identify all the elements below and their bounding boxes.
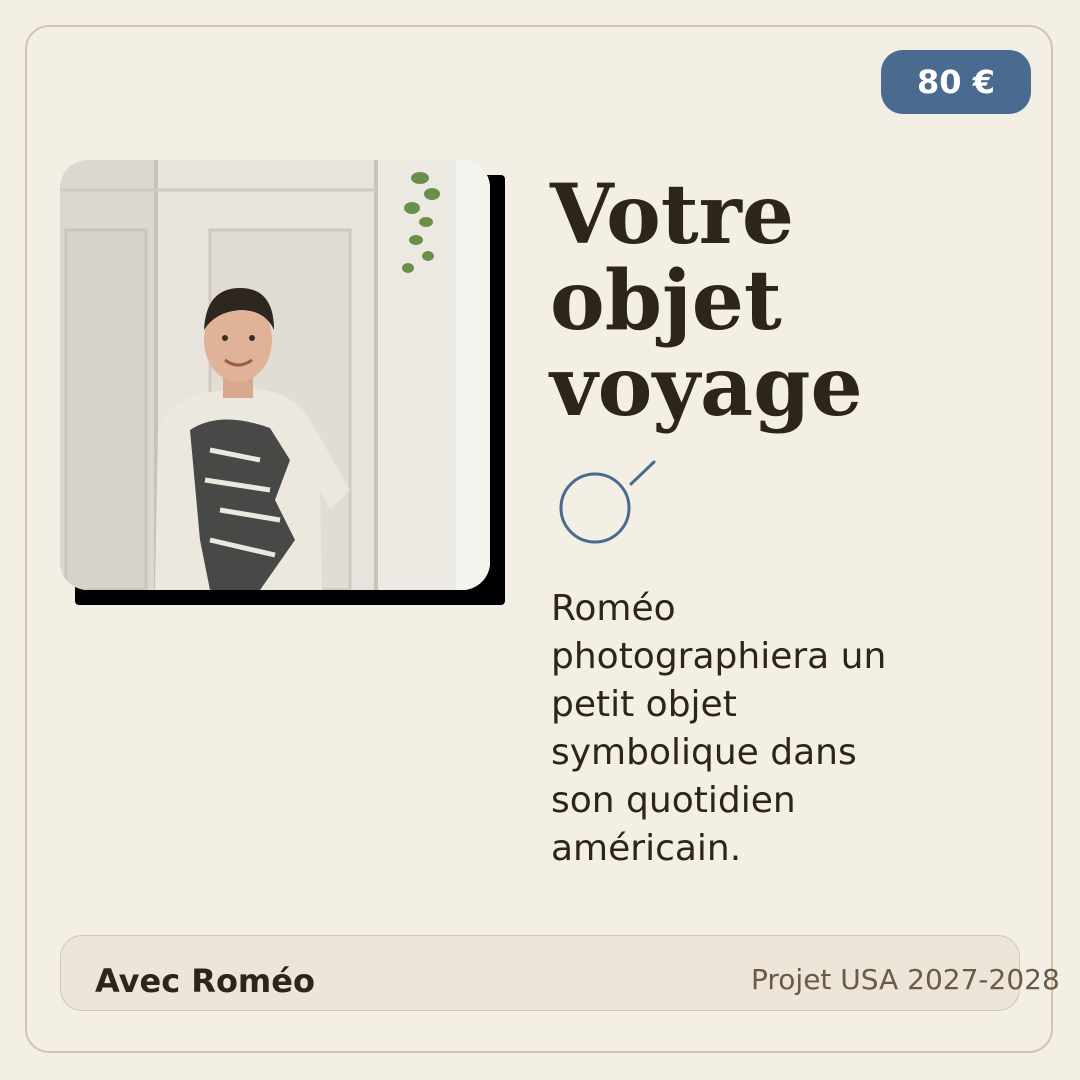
title-line: Votre: [550, 167, 795, 263]
description-line: symbolique dans: [551, 732, 857, 773]
title-line: objet: [550, 253, 782, 349]
price-badge: 80 €: [881, 50, 1031, 114]
footer-with-label: Avec Roméo: [95, 962, 315, 1000]
description-line: son quotidien: [551, 780, 796, 821]
description-line: Roméo: [551, 588, 676, 629]
description-line: photographiera un: [551, 636, 887, 677]
portrait-photo: [60, 160, 505, 605]
footer-project-label: Projet USA 2027-2028: [751, 963, 1060, 996]
description-line: petit objet: [551, 684, 737, 725]
description-line: américain.: [551, 828, 742, 869]
portrait-illustration: [60, 160, 490, 590]
description: Roméo photographiera un petit objet symb…: [551, 585, 951, 873]
photo-image: [60, 160, 490, 590]
magnifier-lens-icon: [559, 460, 656, 544]
title-line: voyage: [550, 339, 863, 435]
title: Votre objet voyage: [550, 172, 970, 430]
